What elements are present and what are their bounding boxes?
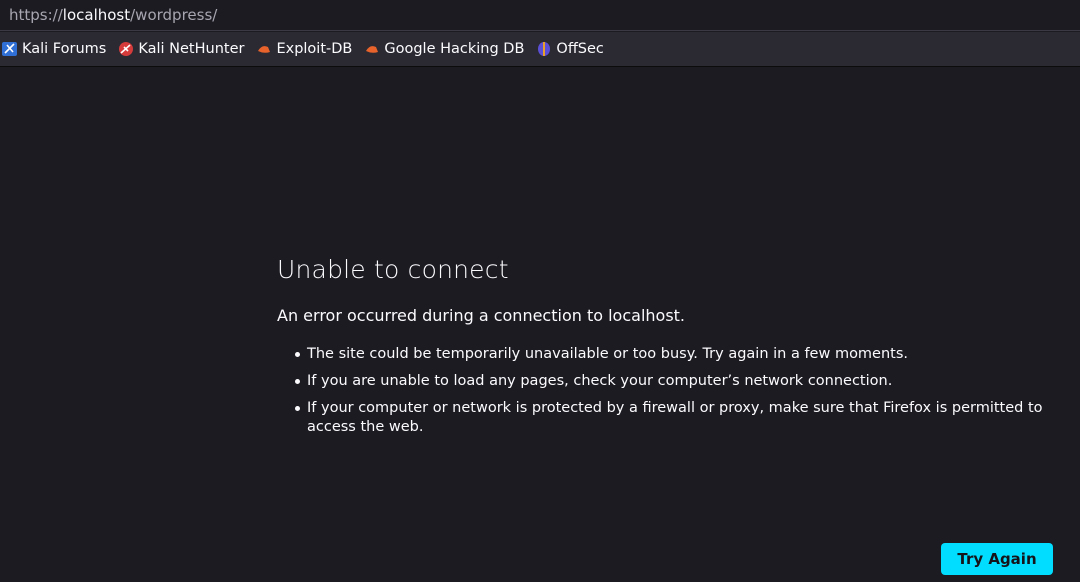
bookmark-kali-forums[interactable]: Kali Forums bbox=[2, 41, 106, 57]
url-scheme: https:// bbox=[9, 6, 63, 24]
bookmark-label: Google Hacking DB bbox=[384, 41, 525, 57]
list-item: The site could be temporarily unavailabl… bbox=[295, 345, 1057, 364]
bookmark-label: Kali Forums bbox=[22, 41, 107, 57]
bookmark-label: Kali NetHunter bbox=[138, 41, 245, 57]
error-description: An error occurred during a connection to… bbox=[277, 306, 686, 325]
url-path: /wordpress/ bbox=[130, 6, 218, 24]
offsec-icon bbox=[536, 41, 552, 57]
exploit-db-icon bbox=[256, 41, 272, 57]
url-host: localhost bbox=[62, 6, 131, 24]
kali-forums-icon bbox=[2, 41, 18, 57]
error-container: Unable to connect An error occurred duri… bbox=[277, 255, 1057, 445]
list-item: If you are unable to load any pages, che… bbox=[295, 372, 1057, 391]
bookmark-label: OffSec bbox=[556, 41, 604, 57]
bookmark-kali-nethunter[interactable]: Kali NetHunter bbox=[118, 41, 244, 57]
bookmark-google-hacking-db[interactable]: Google Hacking DB bbox=[364, 41, 524, 57]
error-reasons-list: The site could be temporarily unavailabl… bbox=[277, 345, 1057, 437]
address-bar[interactable]: https://localhost/wordpress/ bbox=[0, 0, 1080, 31]
list-item: If your computer or network is protected… bbox=[295, 399, 1057, 437]
bookmark-label: Exploit-DB bbox=[276, 41, 353, 57]
bookmarks-toolbar: Kali Forums Kali NetHunter Exploit-DB Go… bbox=[0, 32, 1080, 67]
kali-nethunter-icon bbox=[118, 41, 134, 57]
error-title: Unable to connect bbox=[277, 255, 509, 284]
ghdb-icon bbox=[364, 41, 380, 57]
bookmark-offsec[interactable]: OffSec bbox=[536, 41, 604, 57]
bookmark-exploit-db[interactable]: Exploit-DB bbox=[256, 41, 352, 57]
try-again-button[interactable]: Try Again bbox=[941, 543, 1053, 575]
